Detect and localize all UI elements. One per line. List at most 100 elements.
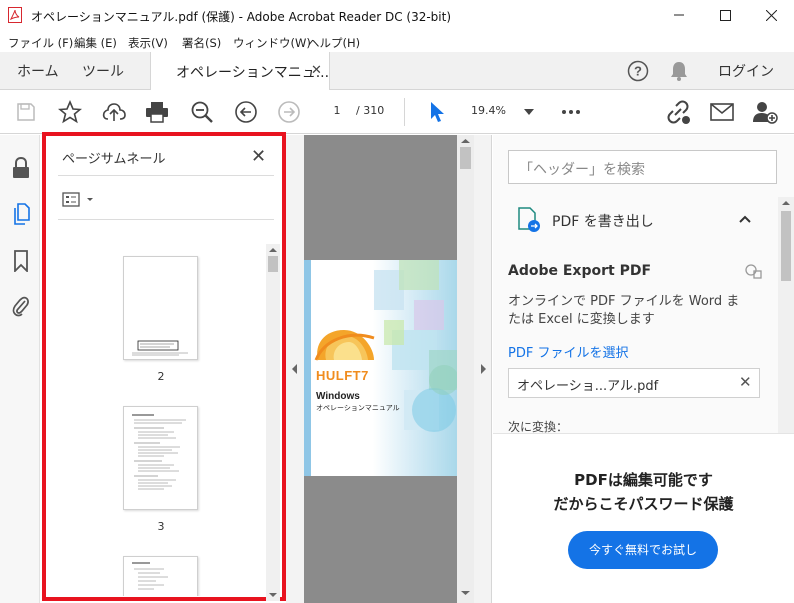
export-info-icon[interactable] (744, 263, 762, 279)
collapse-right-pane-button[interactable] (474, 135, 492, 603)
help-icon: ? (627, 60, 649, 82)
caret-down-icon (524, 109, 534, 115)
magnifier-minus-icon (191, 101, 213, 123)
cover-logo: HULFT7 (316, 368, 369, 383)
cursor-arrow-icon (431, 102, 444, 122)
page-2-preview (132, 340, 188, 356)
printer-icon (146, 102, 168, 123)
menu-bar: ファイル (F) 編集 (E) 表示(V) 署名(S) ウィンドウ(W) ヘルプ… (0, 30, 794, 52)
tab-home[interactable]: ホーム (17, 52, 59, 90)
window-title: オペレーションマニュアル.pdf (保護) - Adobe Acrobat Re… (31, 10, 452, 24)
add-user-button[interactable] (751, 98, 779, 126)
document-scrollbar[interactable] (457, 135, 474, 603)
add-user-icon (753, 102, 778, 124)
save-icon (17, 103, 35, 121)
promo-line-1: PDFは編集可能です (574, 471, 713, 489)
document-page: HULFT7 Windows オペレーションマニュアル (304, 260, 457, 476)
menu-help[interactable]: ヘルプ(H) (308, 32, 360, 51)
export-section-title: PDF を書き出し (552, 214, 654, 230)
menu-sign[interactable]: 署名(S) (182, 32, 221, 51)
promo-text: PDFは編集可能です だからこそパスワード保護 (493, 468, 794, 516)
select-file-link[interactable]: PDF ファイルを選択 (508, 342, 628, 361)
tab-document[interactable]: オペレーションマニュ... ✕ (150, 52, 330, 90)
login-button[interactable]: ログイン (718, 52, 774, 90)
title-bar: オペレーションマニュアル.pdf (保護) - Adobe Acrobat Re… (0, 0, 794, 30)
thumbnail-label: 3 (157, 520, 165, 533)
page-thumbnail[interactable] (123, 556, 198, 596)
bookmark-star-button[interactable] (56, 98, 84, 126)
page-3-preview (132, 414, 186, 490)
page-total: / 310 (356, 104, 385, 117)
star-icon (58, 100, 82, 124)
page-thumbnail[interactable] (123, 256, 198, 360)
chevron-right-icon (481, 364, 486, 374)
chevron-left-icon (292, 364, 297, 374)
envelope-icon (710, 103, 734, 121)
menu-file[interactable]: ファイル (F) (8, 32, 73, 51)
left-navigation-pane (0, 135, 40, 603)
next-page-button[interactable] (275, 98, 303, 126)
close-icon (765, 9, 777, 21)
cover-subtitle: オペレーションマニュアル (316, 404, 400, 412)
export-pdf-icon (518, 207, 540, 232)
options-list-icon (62, 192, 93, 207)
upload-button[interactable] (100, 98, 128, 126)
link-icon (667, 100, 690, 124)
tab-tools[interactable]: ツール (82, 52, 124, 90)
panel-divider (58, 175, 274, 176)
collapse-left-pane-button[interactable] (286, 135, 304, 603)
help-button[interactable]: ? (624, 57, 652, 85)
minimize-button[interactable] (656, 0, 702, 30)
zoom-level[interactable]: 19.4% (471, 104, 506, 117)
chevron-up-icon (739, 215, 751, 223)
export-description: オンラインで PDF ファイルを Word または Excel に変換します (508, 294, 740, 327)
attachments-nav-button[interactable] (10, 294, 32, 318)
close-tab-icon[interactable]: ✕ (311, 63, 322, 78)
bell-icon (671, 62, 687, 81)
minimize-icon (674, 14, 684, 16)
security-nav-button[interactable] (10, 156, 32, 180)
export-heading: Adobe Export PDF (508, 263, 652, 279)
export-pdf-section-header[interactable]: PDF を書き出し (493, 197, 778, 241)
save-button[interactable] (12, 98, 40, 126)
print-button[interactable] (143, 98, 171, 126)
tools-search-input[interactable]: 「ヘッダー」を検索 (508, 150, 777, 184)
tools-pane: 「ヘッダー」を検索 PDF を書き出し Adobe Export PDF オンラ… (493, 135, 794, 603)
arrow-right-circle-icon (278, 101, 300, 123)
toolbar-divider (404, 98, 405, 126)
acrobat-icon (8, 7, 22, 23)
notifications-button[interactable] (665, 57, 693, 85)
document-tab-label: オペレーションマニュ... (176, 65, 330, 81)
select-tool-button[interactable] (423, 98, 451, 126)
close-window-button[interactable] (748, 0, 794, 30)
maximize-button[interactable] (702, 0, 748, 30)
clear-file-icon[interactable]: ✕ (739, 373, 752, 391)
email-button[interactable] (708, 98, 736, 126)
selected-file-name: オペレーショ...アル.pdf (517, 379, 659, 394)
menu-window[interactable]: ウィンドウ(W) (233, 32, 311, 51)
menu-view[interactable]: 表示(V) (128, 32, 168, 51)
svg-text:?: ? (634, 64, 642, 79)
previous-page-button[interactable] (232, 98, 260, 126)
selected-file-field[interactable]: オペレーショ...アル.pdf ✕ (508, 368, 760, 398)
thumbnail-options-button[interactable] (62, 188, 102, 212)
pages-icon (14, 203, 30, 225)
promo-line-2: だからこそパスワード保護 (553, 495, 734, 513)
maximize-icon (719, 9, 731, 21)
close-panel-icon[interactable]: ✕ (251, 146, 266, 167)
more-tools-button[interactable] (557, 98, 585, 126)
page-thumbnail[interactable] (123, 406, 198, 510)
thumbnail-list: 2 3 (58, 236, 264, 596)
more-dots-icon (562, 110, 580, 114)
zoom-out-button[interactable] (188, 98, 216, 126)
acrobat-window: オペレーションマニュアル.pdf (保護) - Adobe Acrobat Re… (0, 0, 794, 603)
bookmarks-nav-button[interactable] (10, 249, 32, 273)
page-thumbnails-nav-button[interactable] (10, 202, 32, 226)
thumbnail-scrollbar[interactable] (266, 244, 280, 601)
menu-edit[interactable]: 編集 (E) (74, 32, 117, 51)
zoom-dropdown-button[interactable] (515, 98, 543, 126)
free-trial-button[interactable]: 今すぐ無料でお試し (568, 531, 718, 569)
page-number-input[interactable]: 1 (322, 100, 352, 122)
share-link-button[interactable] (664, 98, 692, 126)
panel-divider (58, 219, 274, 220)
